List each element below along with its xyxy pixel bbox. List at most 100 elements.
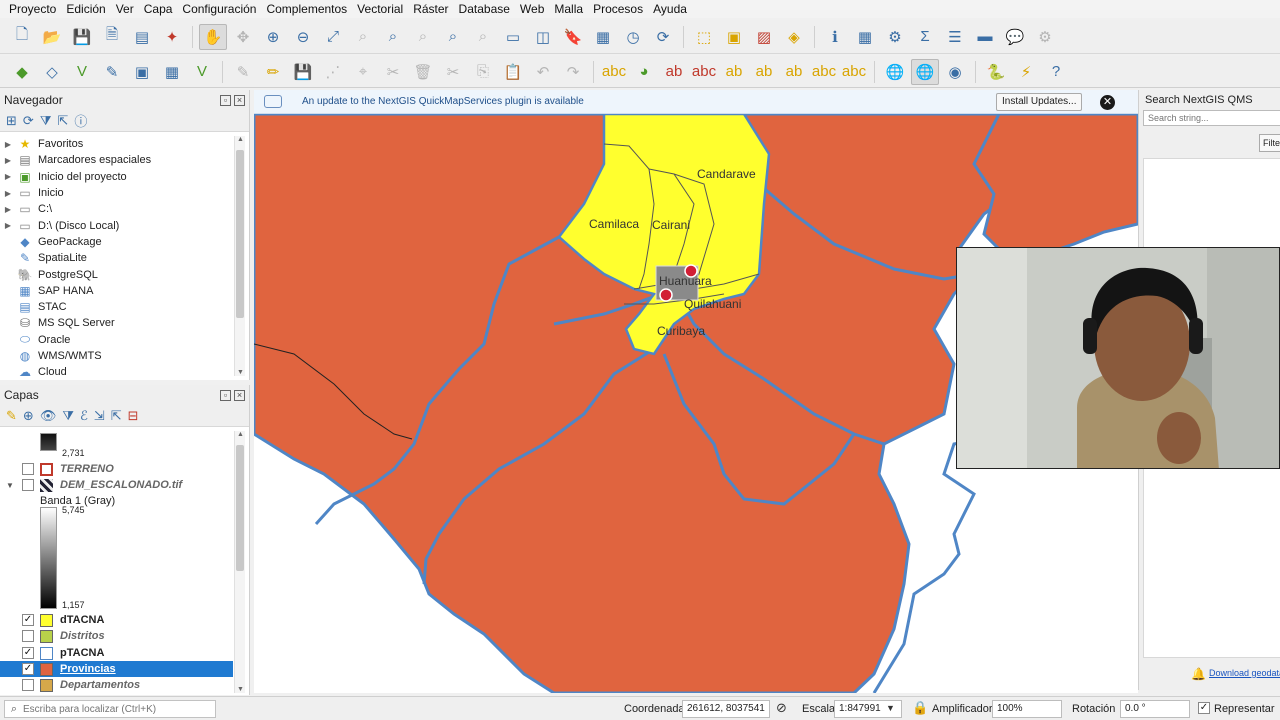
menu-complementos[interactable]: Complementos bbox=[261, 0, 352, 18]
label-move-icon[interactable]: ab bbox=[720, 59, 748, 85]
collapse-arrow-icon[interactable]: ▼ bbox=[6, 481, 14, 490]
layer-checkbox[interactable] bbox=[22, 463, 34, 475]
label-highlight-icon[interactable]: abc bbox=[690, 59, 718, 85]
layer-departamentos[interactable]: Departamentos bbox=[0, 677, 233, 693]
help-icon[interactable]: ? bbox=[1042, 59, 1070, 85]
redo-icon[interactable]: ↷ bbox=[559, 59, 587, 85]
browser-item[interactable]: ▶ ▭ Inicio bbox=[0, 185, 234, 201]
label-abc-icon[interactable]: abc bbox=[600, 59, 628, 85]
zoom-last-icon[interactable]: ⌕ bbox=[439, 24, 467, 50]
qms-search-input[interactable] bbox=[1143, 110, 1280, 126]
menu-edición[interactable]: Edición bbox=[61, 0, 110, 18]
browser-item[interactable]: ▤ STAC bbox=[0, 299, 234, 315]
add-selected-icon[interactable]: ⊞ bbox=[6, 113, 17, 129]
close-panel-icon[interactable]: × bbox=[234, 389, 245, 401]
save-edits-icon[interactable]: 💾 bbox=[289, 59, 317, 85]
statistics-sigma-icon[interactable]: Σ bbox=[911, 24, 939, 50]
browser-item[interactable]: ◍ WMS/WMTS bbox=[0, 348, 234, 364]
expand-all-icon[interactable]: ⇲ bbox=[94, 408, 105, 424]
zoom-selection-icon[interactable]: ⌕ bbox=[349, 24, 377, 50]
cut-features-icon[interactable]: ✂ bbox=[439, 59, 467, 85]
modify-attributes-icon[interactable]: ✂ bbox=[379, 59, 407, 85]
browser-item[interactable]: ▦ SAP HANA bbox=[0, 283, 234, 299]
browser-item[interactable]: ▶ ▤ Marcadores espaciales bbox=[0, 152, 234, 168]
lock-icon[interactable]: 🔒 bbox=[912, 700, 928, 716]
close-panel-icon[interactable]: × bbox=[234, 94, 245, 106]
vertex-tool-icon[interactable]: ⌖ bbox=[349, 59, 377, 85]
layer-checkbox[interactable]: ✓ bbox=[22, 663, 34, 675]
print-layout-icon[interactable]: ▤ bbox=[128, 24, 156, 50]
openlayers-icon[interactable]: ◉ bbox=[941, 59, 969, 85]
select-location-icon[interactable]: ◈ bbox=[780, 24, 808, 50]
rotation-field[interactable]: 0.0 ° bbox=[1120, 700, 1190, 718]
label-change-icon[interactable]: abc bbox=[810, 59, 838, 85]
menu-configuración[interactable]: Configuración bbox=[177, 0, 261, 18]
expand-arrow-icon[interactable]: ▶ bbox=[0, 189, 16, 198]
add-raster-icon[interactable]: ▦ bbox=[158, 59, 186, 85]
float-panel-icon[interactable]: ▫ bbox=[220, 389, 231, 401]
float-panel-icon[interactable]: ▫ bbox=[220, 94, 231, 106]
expand-arrow-icon[interactable]: ▶ bbox=[0, 172, 16, 181]
label-style-icon[interactable]: abc bbox=[840, 59, 868, 85]
browser-scrollbar[interactable]: ▲ ▼ bbox=[234, 136, 245, 376]
layer-checkbox[interactable]: ✓ bbox=[22, 647, 34, 659]
locator-input[interactable] bbox=[23, 703, 208, 715]
python-console-icon[interactable]: 🐍 bbox=[982, 59, 1010, 85]
digitize-icon[interactable]: ✎ bbox=[98, 59, 126, 85]
layer-terreno[interactable]: TERRENO bbox=[0, 461, 233, 477]
install-updates-button[interactable]: Install Updates... bbox=[996, 93, 1083, 111]
coordinate-field[interactable]: 261612, 8037541 bbox=[682, 700, 770, 718]
browser-item[interactable]: ⛁ MS SQL Server bbox=[0, 315, 234, 331]
download-geodata-link[interactable]: Download geodata bbox=[1209, 668, 1280, 678]
qms-search-icon[interactable]: 🌐 bbox=[911, 58, 939, 85]
layers-scrollbar[interactable]: ▲ ▼ bbox=[234, 431, 245, 693]
magnifier-field[interactable]: 100% bbox=[992, 700, 1062, 718]
add-feature-icon[interactable]: ⋰ bbox=[319, 59, 347, 85]
spatial-bookmark-icon[interactable]: 🔖 bbox=[559, 24, 587, 50]
qms-filter-button[interactable]: Filte bbox=[1259, 134, 1280, 152]
attribute-table-icon[interactable]: ▦ bbox=[851, 24, 879, 50]
measure-icon[interactable]: ▬ bbox=[971, 24, 999, 50]
browser-item[interactable]: ☁ Cloud bbox=[0, 364, 234, 380]
browser-item[interactable]: ▶ ★ Favoritos bbox=[0, 136, 234, 152]
collapse-all-layers-icon[interactable]: ⇱ bbox=[111, 408, 122, 424]
layer-distritos[interactable]: Distritos bbox=[0, 628, 233, 644]
identify-icon[interactable]: ℹ bbox=[821, 24, 849, 50]
zoom-in-icon[interactable]: ⊕ bbox=[259, 24, 287, 50]
pan-selection-icon[interactable]: ✥ bbox=[229, 24, 257, 50]
browser-item[interactable]: ⬭ Oracle bbox=[0, 332, 234, 348]
deselect-icon[interactable]: ▨ bbox=[750, 24, 778, 50]
browser-item[interactable]: ▶ ▣ Inicio del proyecto bbox=[0, 169, 234, 185]
browser-item[interactable]: ◆ GeoPackage bbox=[0, 234, 234, 250]
browser-item[interactable]: ▶ ▭ D:\ (Disco Local) bbox=[0, 217, 234, 233]
menu-malla[interactable]: Malla bbox=[549, 0, 588, 18]
layer-checkbox[interactable] bbox=[22, 479, 34, 491]
remove-layer-icon[interactable]: ⊟ bbox=[128, 408, 139, 424]
select-features-icon[interactable]: ⬚ bbox=[690, 24, 718, 50]
add-group-icon[interactable]: ⊕ bbox=[23, 408, 34, 424]
label-pin-icon[interactable]: ab bbox=[660, 59, 688, 85]
copy-features-icon[interactable]: ⎘ bbox=[469, 59, 497, 85]
new-3d-view-icon[interactable]: ◫ bbox=[529, 24, 557, 50]
locator-box[interactable]: ⌕ bbox=[4, 700, 216, 718]
undo-icon[interactable]: ↶ bbox=[529, 59, 557, 85]
menu-ráster[interactable]: Ráster bbox=[408, 0, 453, 18]
layer-dtacna[interactable]: ✓ dTACNA bbox=[0, 612, 233, 628]
refresh-icon[interactable]: ⟳ bbox=[649, 24, 677, 50]
browser-item[interactable]: ▶ ▭ C:\ bbox=[0, 201, 234, 217]
layer-provincias[interactable]: ✓ Provincias bbox=[0, 661, 233, 677]
layer-dem[interactable]: ▼ DEM_ESCALONADO.tif bbox=[0, 477, 233, 493]
zoom-next-icon[interactable]: ⌕ bbox=[469, 24, 497, 50]
close-icon[interactable]: ✕ bbox=[1100, 95, 1115, 110]
zoom-native-icon[interactable]: ⌕ bbox=[409, 24, 437, 50]
menu-database[interactable]: Database bbox=[454, 0, 515, 18]
expand-arrow-icon[interactable]: ▶ bbox=[0, 221, 16, 230]
layer-ptacna[interactable]: ✓ pTACNA bbox=[0, 645, 233, 661]
layer-checkbox[interactable] bbox=[22, 679, 34, 691]
settings-gear-icon[interactable]: ⚙ bbox=[881, 24, 909, 50]
temporal-icon[interactable]: ◷ bbox=[619, 24, 647, 50]
new-project-icon[interactable]: 🗋 bbox=[8, 24, 36, 50]
quickmapservices-icon[interactable]: 🌐 bbox=[881, 59, 909, 85]
save-project-icon[interactable]: 💾 bbox=[68, 24, 96, 50]
layer-diagram-icon[interactable]: ◕ bbox=[630, 59, 658, 85]
